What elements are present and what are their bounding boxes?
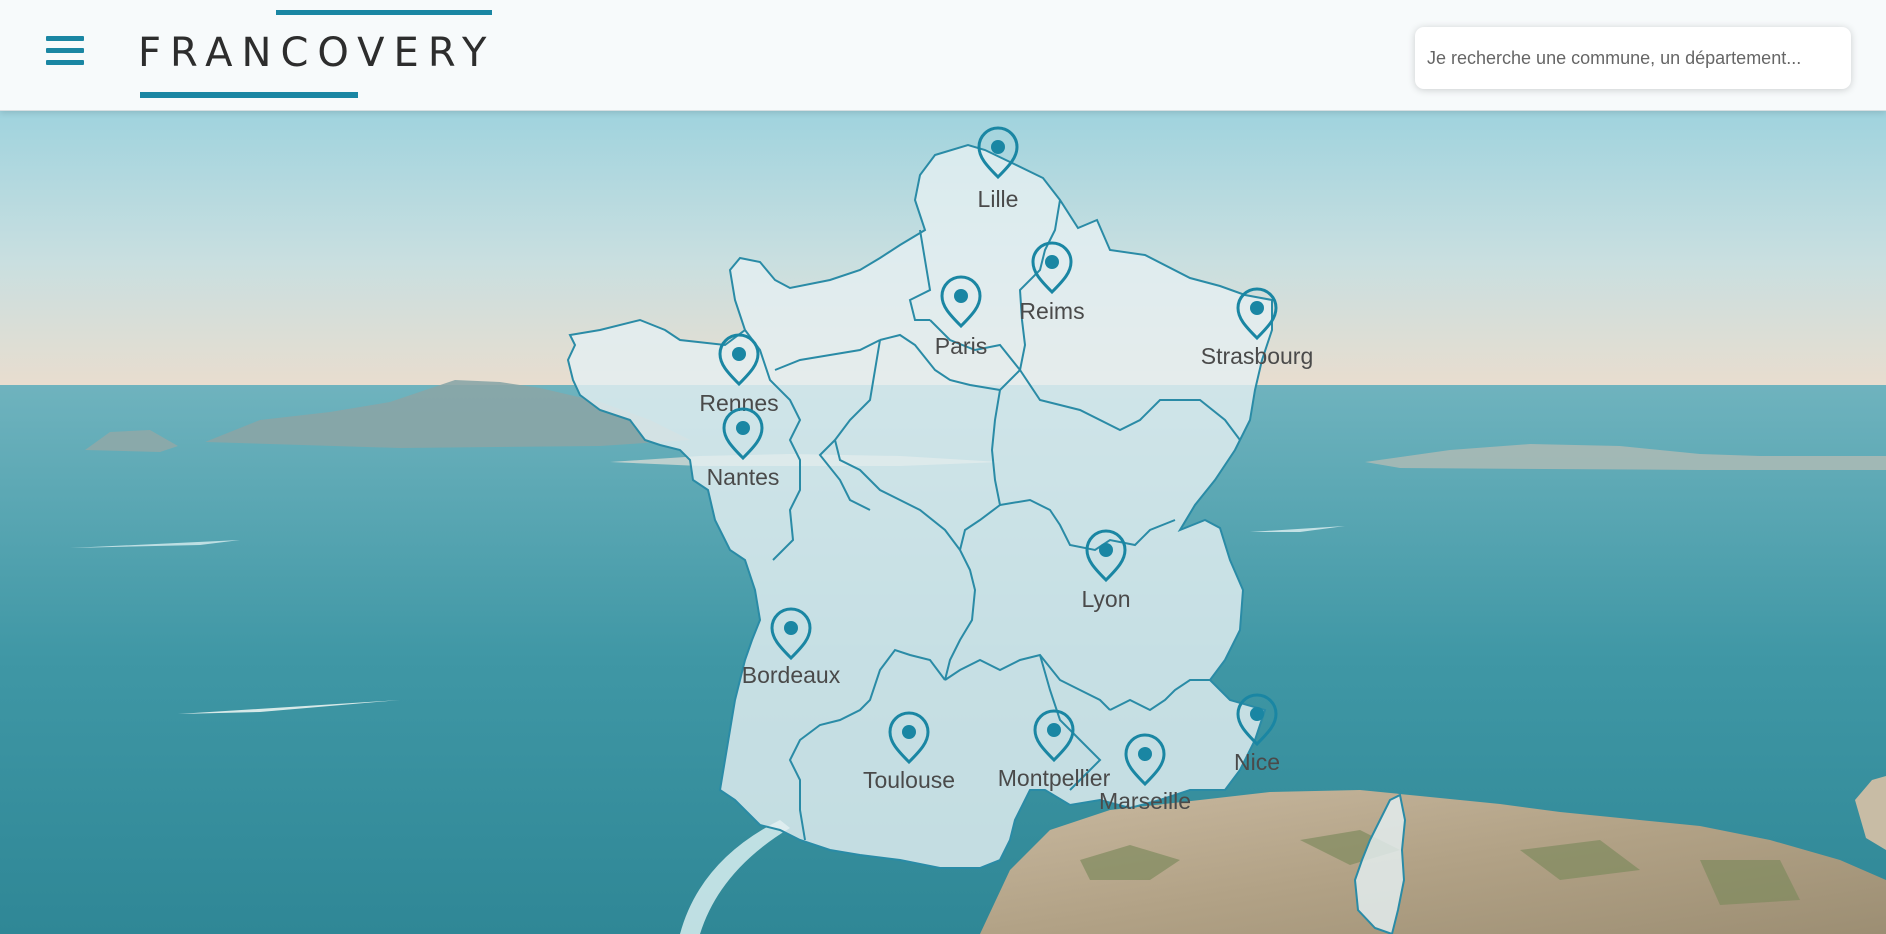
pin-dot bbox=[991, 140, 1005, 154]
city-label: Nantes bbox=[707, 464, 780, 490]
city-label: Lyon bbox=[1081, 586, 1130, 612]
pin-dot bbox=[1045, 255, 1059, 269]
pin-dot bbox=[1047, 723, 1061, 737]
pin-dot bbox=[1138, 747, 1152, 761]
pin-dot bbox=[784, 621, 798, 635]
menu-bar bbox=[46, 48, 84, 53]
city-label: Montpellier bbox=[998, 765, 1111, 791]
city-label: Reims bbox=[1019, 298, 1084, 324]
pin-dot bbox=[902, 725, 916, 739]
pin-dot bbox=[1250, 707, 1264, 721]
city-label: Lille bbox=[978, 186, 1019, 212]
pin-dot bbox=[1250, 301, 1264, 315]
menu-bar bbox=[46, 36, 84, 41]
search-input[interactable] bbox=[1415, 27, 1851, 89]
pin-dot bbox=[732, 347, 746, 361]
logo[interactable]: FRANCOVERY bbox=[138, 10, 494, 100]
pin-dot bbox=[736, 421, 750, 435]
top-header: FRANCOVERY bbox=[0, 0, 1886, 111]
menu-bar bbox=[46, 60, 84, 65]
city-label: Bordeaux bbox=[742, 662, 841, 688]
city-label: Nice bbox=[1234, 749, 1280, 775]
logo-bottom-bar bbox=[140, 92, 358, 98]
hamburger-menu-icon[interactable] bbox=[46, 36, 84, 70]
city-label: Rennes bbox=[699, 390, 778, 416]
city-label: Toulouse bbox=[863, 767, 955, 793]
pin-dot bbox=[954, 289, 968, 303]
city-label: Strasbourg bbox=[1201, 343, 1314, 369]
logo-text: FRANCOVERY bbox=[138, 30, 496, 76]
city-label: Marseille bbox=[1099, 788, 1191, 814]
hero-background: Lille Reims Paris Strasbourg Rennes Nant… bbox=[0, 110, 1886, 934]
pin-dot bbox=[1099, 543, 1113, 557]
logo-top-bar bbox=[276, 10, 492, 15]
hero-map-section: Lille Reims Paris Strasbourg Rennes Nant… bbox=[0, 110, 1886, 934]
city-label: Paris bbox=[935, 333, 987, 359]
